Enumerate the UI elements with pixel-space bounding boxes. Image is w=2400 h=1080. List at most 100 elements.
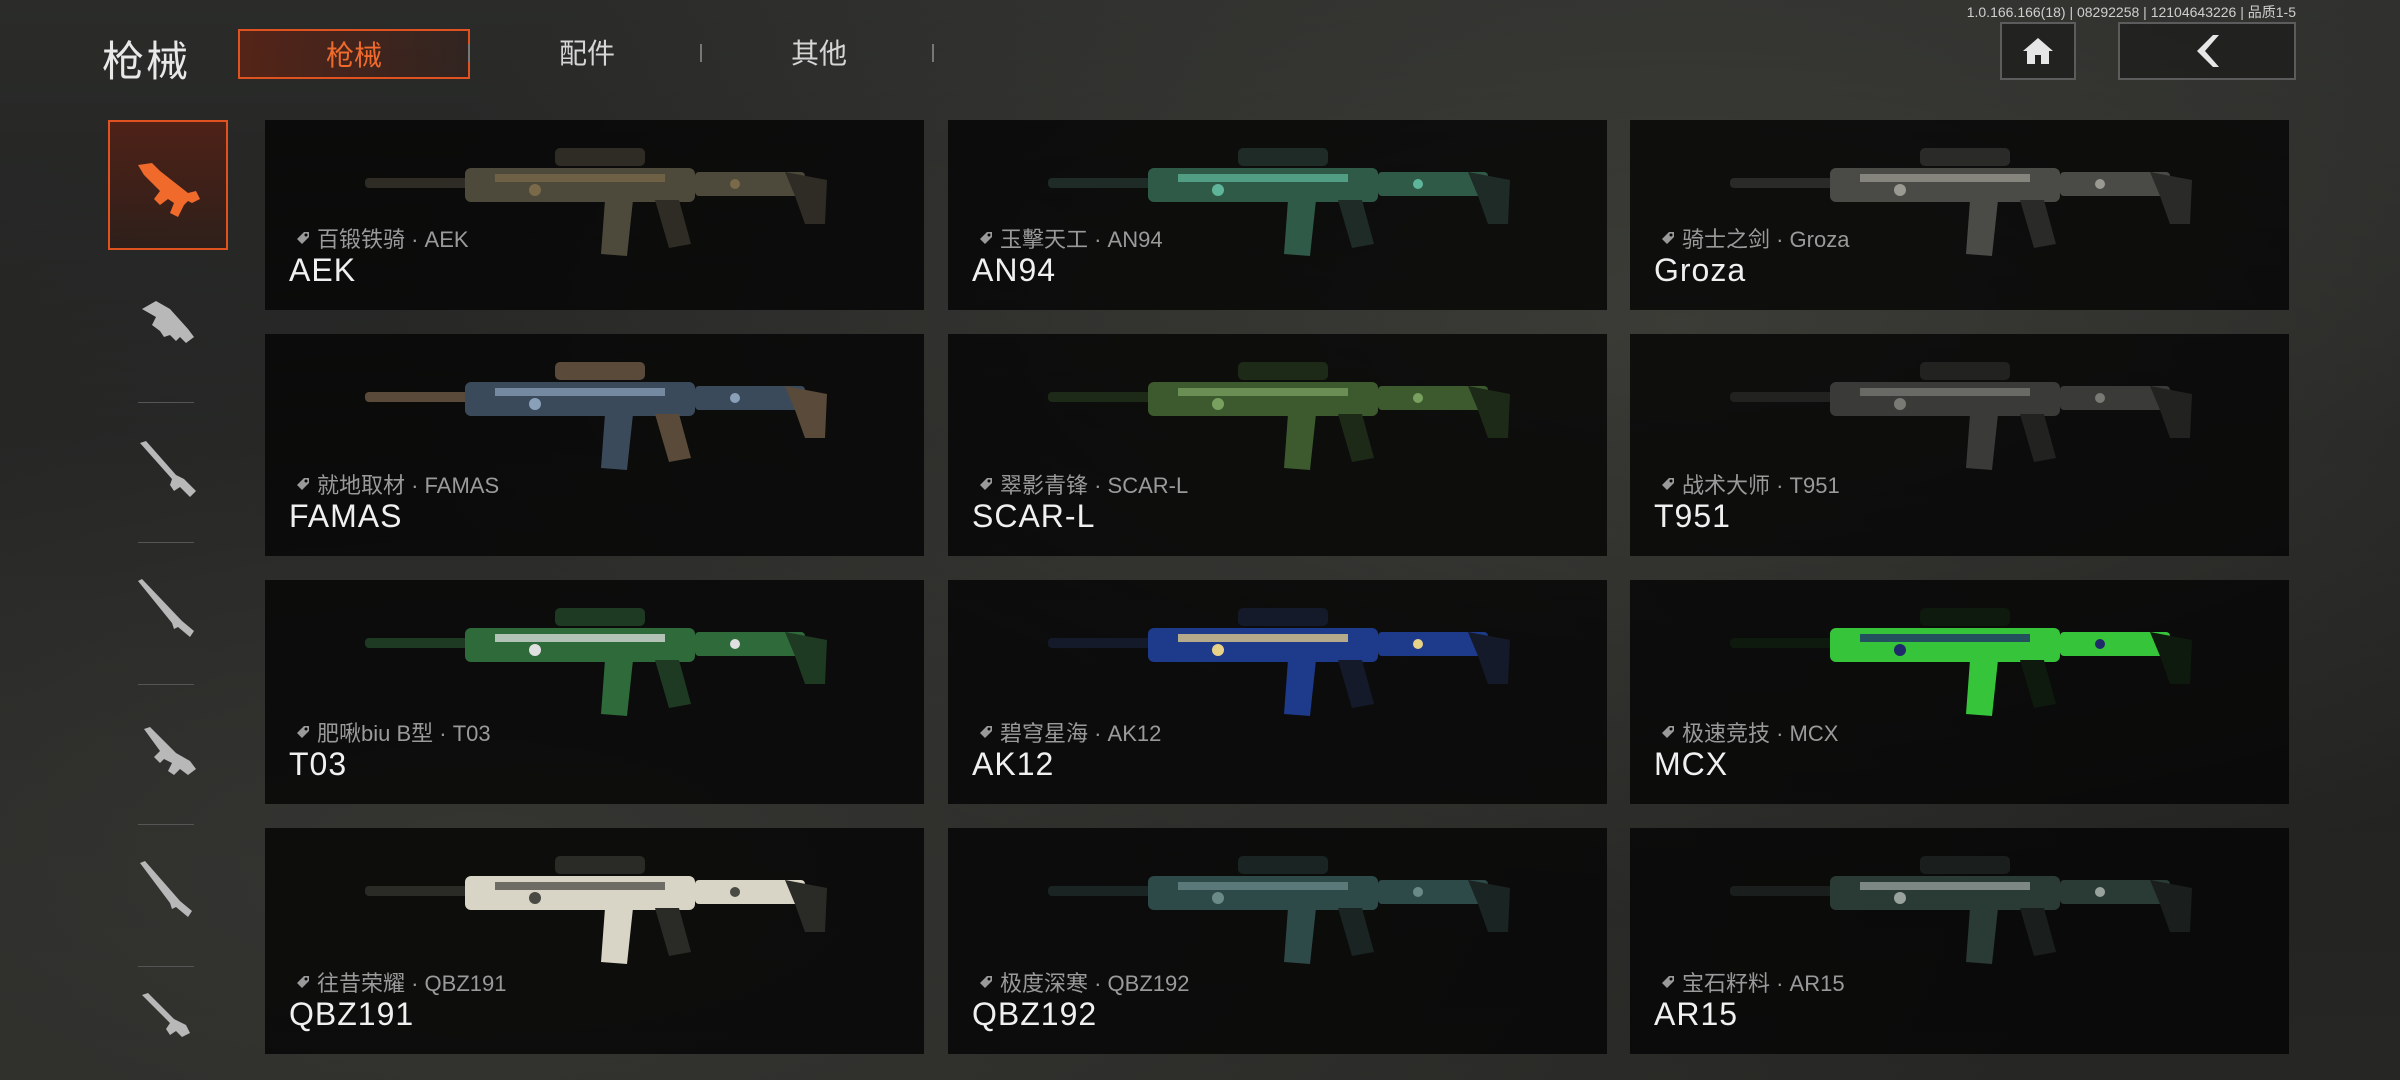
skin-tag-icon (980, 976, 992, 988)
weapon-image (1048, 608, 1510, 716)
weapon-card[interactable]: 翠影青锋 · SCAR-L SCAR-L (948, 334, 1607, 556)
weapon-skin-text: 极速竞技 · MCX (1682, 721, 1839, 746)
tab-divider (932, 44, 934, 62)
sidebar-divider (138, 402, 194, 403)
weapon-skin-text: 极度深寒 · QBZ192 (1000, 971, 1190, 996)
weapon-image (365, 362, 827, 470)
assault-rifle-icon (138, 163, 200, 217)
weapon-image (1730, 608, 2192, 716)
weapon-skin-label: 战术大师 · T951 (1660, 468, 1840, 500)
weapon-name: MCX (1654, 746, 1729, 782)
sidebar-item-assault-rifle[interactable] (108, 120, 228, 250)
skin-tag-icon (1662, 232, 1674, 244)
weapon-skin-label: 极速竞技 · MCX (1660, 716, 1838, 748)
sidebar-item-shotgun[interactable] (108, 826, 228, 956)
version-info: 1.0.166.166(18) | 08292258 | 12104643226… (1966, 4, 2296, 20)
weapon-skin-label: 碧穹星海 · AK12 (978, 716, 1161, 748)
weapon-image (365, 856, 827, 964)
tab-label: 其他 (790, 38, 847, 69)
sidebar-divider (138, 824, 194, 825)
weapon-skin-label: 肥啾biu B型 · T03 (295, 716, 491, 748)
weapon-skin-text: 玉擊天工 · AN94 (1000, 227, 1163, 252)
weapon-card[interactable]: 极度深寒 · QBZ192 QBZ192 (948, 828, 1607, 1054)
home-icon (2023, 38, 2053, 64)
weapon-card[interactable]: 百锻铁骑 · AEK AEK (265, 120, 924, 310)
weapon-skin-label: 往昔荣耀 · QBZ191 (295, 966, 506, 998)
weapon-image (365, 608, 827, 716)
weapon-image (1730, 856, 2192, 964)
weapon-card[interactable]: 战术大师 · T951 T951 (1630, 334, 2289, 556)
sidebar-divider (138, 542, 194, 543)
skin-tag-icon (1662, 976, 1674, 988)
weapon-skin-text: 战术大师 · T951 (1682, 473, 1840, 498)
home-button[interactable] (2000, 22, 2076, 80)
sniper-rifle-icon (140, 441, 196, 497)
weapon-card[interactable]: 往昔荣耀 · QBZ191 QBZ191 (265, 828, 924, 1054)
weapon-skin-label: 宝石籽料 · AR15 (1660, 966, 1845, 998)
skin-tag-icon (980, 232, 992, 244)
top-bar: 枪械 枪械 配件 其他 1.0.166.166(18) | 08292258 |… (0, 0, 2400, 104)
tab-divider (468, 44, 470, 62)
weapon-name: SCAR-L (972, 498, 1096, 534)
weapon-card[interactable]: 宝石籽料 · AR15 AR15 (1630, 828, 2289, 1054)
weapon-skin-text: 百锻铁骑 · AEK (317, 227, 469, 252)
weapon-name: AN94 (972, 252, 1057, 288)
skin-tag-icon (297, 726, 309, 738)
sidebar-divider (138, 966, 194, 967)
sidebar-item-smg[interactable] (108, 260, 228, 390)
skin-tag-icon (297, 232, 309, 244)
skin-tag-icon (297, 976, 309, 988)
weapon-skin-text: 就地取材 · FAMAS (317, 473, 500, 498)
weapon-card[interactable]: 极速竞技 · MCX MCX (1630, 580, 2289, 804)
weapon-skin-label: 翠影青锋 · SCAR-L (978, 468, 1188, 500)
weapon-card[interactable]: 就地取材 · FAMAS FAMAS (265, 334, 924, 556)
sidebar-item-sniper[interactable] (108, 404, 228, 534)
pistol-icon (142, 993, 190, 1037)
weapon-name: T03 (289, 746, 348, 782)
weapon-name: Groza (1654, 252, 1747, 288)
tab-label: 枪械 (325, 40, 382, 71)
sidebar-divider (138, 684, 194, 685)
tab-guns[interactable]: 枪械 (238, 29, 470, 79)
shotgun-icon (140, 861, 192, 917)
weapon-skin-label: 就地取材 · FAMAS (295, 468, 499, 500)
weapon-name: QBZ192 (972, 996, 1098, 1032)
weapon-skin-text: 碧穹星海 · AK12 (1000, 721, 1162, 746)
skin-tag-icon (1662, 478, 1674, 490)
weapon-name: FAMAS (289, 498, 403, 534)
weapon-name: AR15 (1654, 996, 1739, 1032)
sidebar-item-lmg[interactable] (108, 686, 228, 816)
tab-other[interactable]: 其他 (704, 29, 934, 79)
sidebar-item-marksman[interactable] (108, 544, 228, 674)
weapon-skin-text: 肥啾biu B型 · T03 (317, 721, 491, 746)
weapon-card[interactable]: 肥啾biu B型 · T03 T03 (265, 580, 924, 804)
weapon-card[interactable]: 骑士之剑 · Groza Groza (1630, 120, 2289, 310)
weapon-skin-label: 骑士之剑 · Groza (1660, 222, 1849, 254)
marksman-rifle-icon (138, 579, 194, 637)
sidebar-item-pistol[interactable] (108, 968, 228, 1058)
weapon-name: AEK (289, 252, 357, 288)
weapon-image (1048, 856, 1510, 964)
weapon-name: AK12 (972, 746, 1055, 782)
weapon-skin-label: 玉擊天工 · AN94 (978, 222, 1163, 254)
tab-label: 配件 (558, 38, 615, 69)
skin-tag-icon (1662, 726, 1674, 738)
weapon-skin-text: 往昔荣耀 · QBZ191 (317, 971, 507, 996)
weapon-skin-text: 骑士之剑 · Groza (1682, 227, 1850, 252)
back-button[interactable] (2118, 22, 2296, 80)
weapon-name: QBZ191 (289, 996, 415, 1032)
back-arrow-icon (2197, 35, 2219, 67)
weapon-skin-text: 翠影青锋 · SCAR-L (1000, 473, 1189, 498)
weapon-image (1730, 362, 2192, 470)
tab-attachments[interactable]: 配件 (472, 29, 702, 79)
tab-divider (700, 44, 702, 62)
weapon-skin-label: 百锻铁骑 · AEK (295, 222, 469, 254)
weapon-card[interactable]: 玉擊天工 · AN94 AN94 (948, 120, 1607, 310)
page-title: 枪械 (102, 38, 191, 85)
weapon-skin-text: 宝石籽料 · AR15 (1682, 971, 1845, 996)
skin-tag-icon (297, 478, 309, 490)
light-machine-gun-icon (144, 727, 196, 775)
weapon-name: T951 (1654, 498, 1731, 534)
weapon-card[interactable]: 碧穹星海 · AK12 AK12 (948, 580, 1607, 804)
weapon-category-sidebar (104, 118, 234, 1058)
